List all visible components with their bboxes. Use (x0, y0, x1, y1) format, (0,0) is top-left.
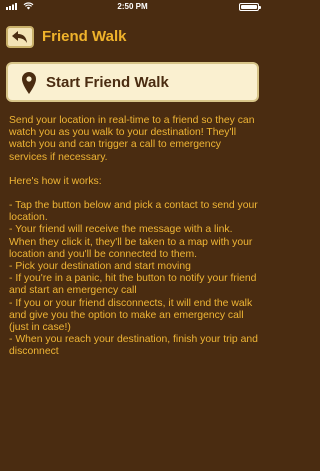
page-title: Friend Walk (42, 28, 127, 45)
battery-icon (239, 3, 261, 11)
step-item: - If you or your friend disconnects, it … (9, 297, 253, 334)
step-item: - Pick your destination and start moving (9, 261, 191, 273)
back-arrow-icon (12, 31, 27, 43)
step-item: - Your friend will receive the message w… (9, 224, 253, 260)
start-friend-walk-label: Start Friend Walk (46, 74, 169, 91)
map-pin-icon (22, 72, 36, 94)
step-item: - Tap the button below and pick a contac… (9, 200, 258, 224)
step-item: - When you reach your destination, finis… (9, 334, 258, 358)
battery-level (241, 5, 257, 9)
status-time: 2:50 PM (117, 2, 148, 11)
status-bar: 2:50 PM (0, 0, 265, 14)
instructions-text: Send your location in real-time to a fri… (9, 115, 259, 359)
start-friend-walk-button[interactable]: Start Friend Walk (6, 62, 259, 102)
intro-paragraph: Send your location in real-time to a fri… (9, 115, 255, 163)
back-button[interactable] (6, 26, 34, 48)
how-it-works-heading: Here's how it works: (9, 175, 102, 187)
step-item: - If you're in a panic, hit the button t… (9, 273, 257, 297)
navigation-bar: Friend Walk (0, 22, 265, 54)
